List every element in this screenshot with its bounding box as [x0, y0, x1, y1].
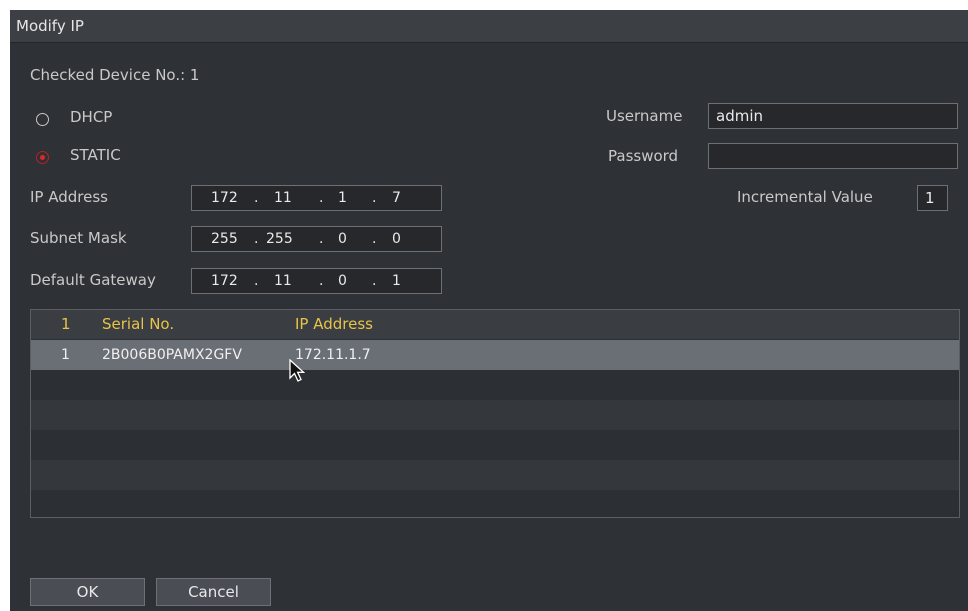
ip-octet-3[interactable]: 1 — [338, 186, 347, 210]
gateway-octet-4[interactable]: 1 — [392, 269, 401, 293]
subnet-mask-input[interactable]: 255 . 255 . 0 . 0 — [191, 226, 442, 252]
dhcp-radio[interactable] — [36, 113, 49, 126]
ip-octet-2[interactable]: 11 — [274, 186, 292, 210]
default-gateway-input[interactable]: 172 . 11 . 0 . 1 — [191, 268, 442, 294]
ip-dot-2: . — [319, 190, 324, 206]
gateway-dot-1: . — [254, 273, 259, 289]
checked-device-count: Checked Device No.: 1 — [30, 66, 200, 84]
static-label[interactable]: STATIC — [70, 146, 121, 164]
gateway-dot-2: . — [319, 273, 324, 289]
gateway-octet-3[interactable]: 0 — [338, 269, 347, 293]
dialog-title: Modify IP — [10, 10, 968, 43]
empty-row — [31, 430, 959, 460]
incremental-value-field[interactable]: 1 — [917, 185, 948, 211]
subnet-dot-2: . — [319, 231, 324, 247]
empty-row — [31, 490, 959, 517]
ip-octet-1[interactable]: 172 — [211, 186, 238, 210]
row-index: 1 — [61, 347, 70, 363]
subnet-mask-label: Subnet Mask — [30, 229, 127, 247]
mouse-cursor-icon — [289, 359, 305, 382]
ip-octet-4[interactable]: 7 — [392, 186, 401, 210]
table-header: 1 Serial No. IP Address — [31, 310, 959, 339]
ip-dot-3: . — [372, 190, 377, 206]
table-row[interactable]: 1 2B006B0PAMX2GFV 172.11.1.7 — [31, 340, 959, 370]
empty-row — [31, 460, 959, 490]
ip-dot-1: . — [254, 190, 259, 206]
subnet-dot-1: . — [254, 231, 259, 247]
modify-ip-dialog: Modify IP Checked Device No.: 1 DHCP STA… — [10, 10, 968, 611]
dhcp-label[interactable]: DHCP — [70, 108, 112, 126]
subnet-octet-2[interactable]: 255 — [266, 227, 293, 251]
incremental-value-label: Incremental Value — [737, 188, 873, 206]
column-header-serial[interactable]: Serial No. — [102, 310, 174, 339]
device-table: 1 Serial No. IP Address 1 2B006B0PAMX2GF… — [30, 309, 960, 518]
subnet-octet-3[interactable]: 0 — [338, 227, 347, 251]
ok-button[interactable]: OK — [30, 578, 145, 606]
username-field[interactable]: admin — [708, 103, 958, 129]
empty-row — [31, 370, 959, 400]
ip-address-label: IP Address — [30, 188, 108, 206]
password-label: Password — [608, 147, 679, 165]
cancel-button[interactable]: Cancel — [156, 578, 271, 606]
column-header-ip[interactable]: IP Address — [295, 310, 373, 339]
default-gateway-label: Default Gateway — [30, 271, 156, 289]
gateway-dot-3: . — [372, 273, 377, 289]
empty-row — [31, 400, 959, 430]
password-field[interactable] — [708, 143, 958, 169]
row-ip: 172.11.1.7 — [295, 347, 371, 363]
row-serial: 2B006B0PAMX2GFV — [102, 347, 242, 363]
subnet-octet-4[interactable]: 0 — [392, 227, 401, 251]
gateway-octet-2[interactable]: 11 — [274, 269, 292, 293]
ip-address-input[interactable]: 172 . 11 . 1 . 7 — [191, 185, 442, 211]
username-label: Username — [606, 107, 683, 125]
gateway-octet-1[interactable]: 172 — [211, 269, 238, 293]
column-header-index[interactable]: 1 — [61, 310, 71, 339]
subnet-dot-3: . — [372, 231, 377, 247]
subnet-octet-1[interactable]: 255 — [211, 227, 238, 251]
static-radio[interactable] — [36, 151, 49, 164]
